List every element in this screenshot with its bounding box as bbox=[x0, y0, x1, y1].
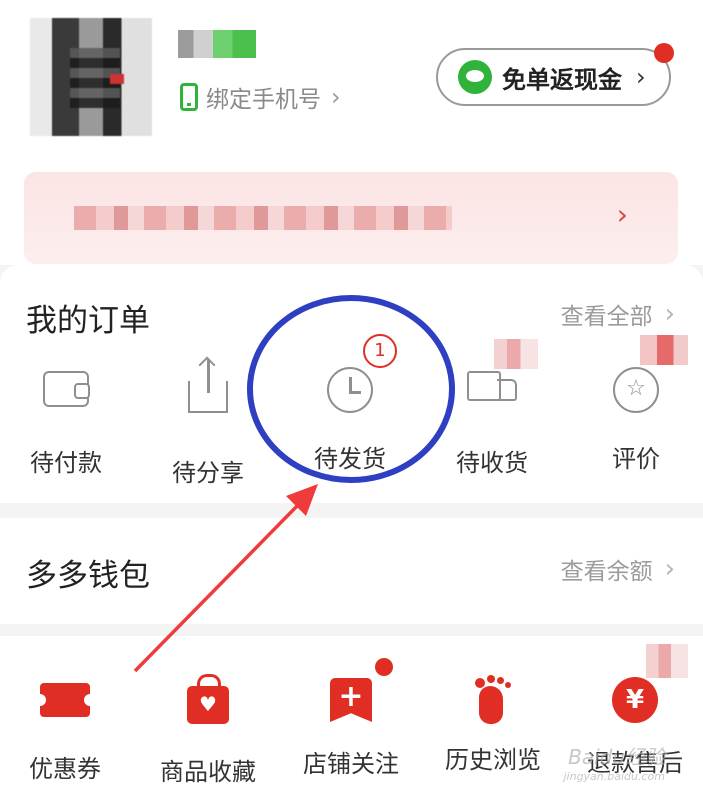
wallet-icon bbox=[40, 371, 92, 423]
clock-icon bbox=[324, 367, 376, 419]
chevron-right-icon: › bbox=[664, 299, 675, 329]
chevron-right-icon: › bbox=[664, 554, 675, 584]
wallet-title: 多多钱包 bbox=[26, 558, 150, 594]
order-pending-receipt[interactable]: 待收货 bbox=[432, 363, 552, 478]
chevron-right-icon: › bbox=[331, 83, 341, 111]
cashback-button[interactable]: 免单返现金 › bbox=[436, 48, 671, 106]
promo-banner[interactable]: › bbox=[24, 172, 678, 264]
service-label: 优惠券 bbox=[29, 755, 101, 783]
badge-pixelated bbox=[640, 335, 688, 365]
review-star-icon: ☆ bbox=[610, 367, 662, 419]
cashback-label: 免单返现金 bbox=[502, 65, 622, 94]
watermark: Baidu经验 jingyan.baidu.com bbox=[563, 747, 665, 787]
wallet-section[interactable]: 多多钱包 查看余额 › bbox=[0, 518, 703, 624]
order-pending-payment[interactable]: 待付款 bbox=[6, 363, 126, 478]
service-history[interactable]: 历史浏览 bbox=[428, 674, 558, 775]
watermark-subtext: jingyan.baidu.com bbox=[563, 770, 665, 783]
order-count-badge: 1 bbox=[363, 334, 397, 368]
notification-dot bbox=[654, 43, 674, 63]
orders-section: 我的订单 查看全部 › 待付款 待分享 待发货 1 待收货 ☆ 评价 bbox=[0, 265, 703, 503]
followed-shop-icon bbox=[325, 678, 377, 730]
notification-dot bbox=[375, 658, 393, 676]
bind-phone-label: 绑定手机号 bbox=[206, 87, 321, 113]
badge-pixelated bbox=[646, 644, 688, 678]
service-followed-shops[interactable]: 店铺关注 bbox=[286, 674, 416, 779]
avatar[interactable] bbox=[30, 18, 152, 136]
chevron-right-icon: › bbox=[636, 63, 646, 91]
view-balance-link[interactable]: 查看余额 › bbox=[561, 552, 675, 586]
order-item-label: 待发货 bbox=[314, 445, 386, 473]
refund-yen-icon: ¥ bbox=[609, 677, 661, 729]
badge-pixelated bbox=[494, 339, 538, 369]
nickname-pixelated bbox=[178, 30, 256, 58]
order-item-label: 评价 bbox=[612, 445, 660, 473]
service-favorites[interactable]: 商品收藏 bbox=[143, 674, 273, 787]
favorites-bag-icon bbox=[182, 674, 234, 738]
order-item-label: 待付款 bbox=[30, 449, 102, 477]
view-balance-label: 查看余额 bbox=[560, 559, 653, 585]
service-label: 商品收藏 bbox=[160, 758, 256, 786]
service-label: 历史浏览 bbox=[445, 746, 541, 774]
service-coupons[interactable]: 优惠券 bbox=[0, 674, 130, 784]
order-item-label: 待收货 bbox=[456, 449, 528, 477]
order-pending-share[interactable]: 待分享 bbox=[148, 359, 268, 488]
truck-icon bbox=[466, 371, 518, 423]
service-label: 店铺关注 bbox=[303, 750, 399, 778]
view-all-label: 查看全部 bbox=[560, 304, 653, 330]
bind-phone-link[interactable]: 绑定手机号 › bbox=[180, 80, 341, 114]
order-pending-shipment[interactable]: 待发货 bbox=[290, 363, 410, 474]
chevron-right-icon: › bbox=[616, 198, 628, 231]
watermark-text: Baidu经验 bbox=[568, 745, 665, 769]
coupon-icon bbox=[34, 683, 96, 735]
order-review[interactable]: ☆ 评价 bbox=[576, 363, 696, 474]
view-all-orders-link[interactable]: 查看全部 › bbox=[561, 297, 675, 331]
phone-icon bbox=[180, 83, 198, 111]
wechat-icon bbox=[458, 60, 492, 94]
order-item-label: 待分享 bbox=[172, 459, 244, 487]
profile-header: 绑定手机号 › 免单返现金 › › bbox=[0, 0, 703, 265]
share-icon bbox=[182, 359, 234, 433]
orders-title: 我的订单 bbox=[26, 303, 150, 339]
banner-text-pixelated bbox=[74, 206, 452, 230]
footprint-icon bbox=[467, 674, 519, 726]
